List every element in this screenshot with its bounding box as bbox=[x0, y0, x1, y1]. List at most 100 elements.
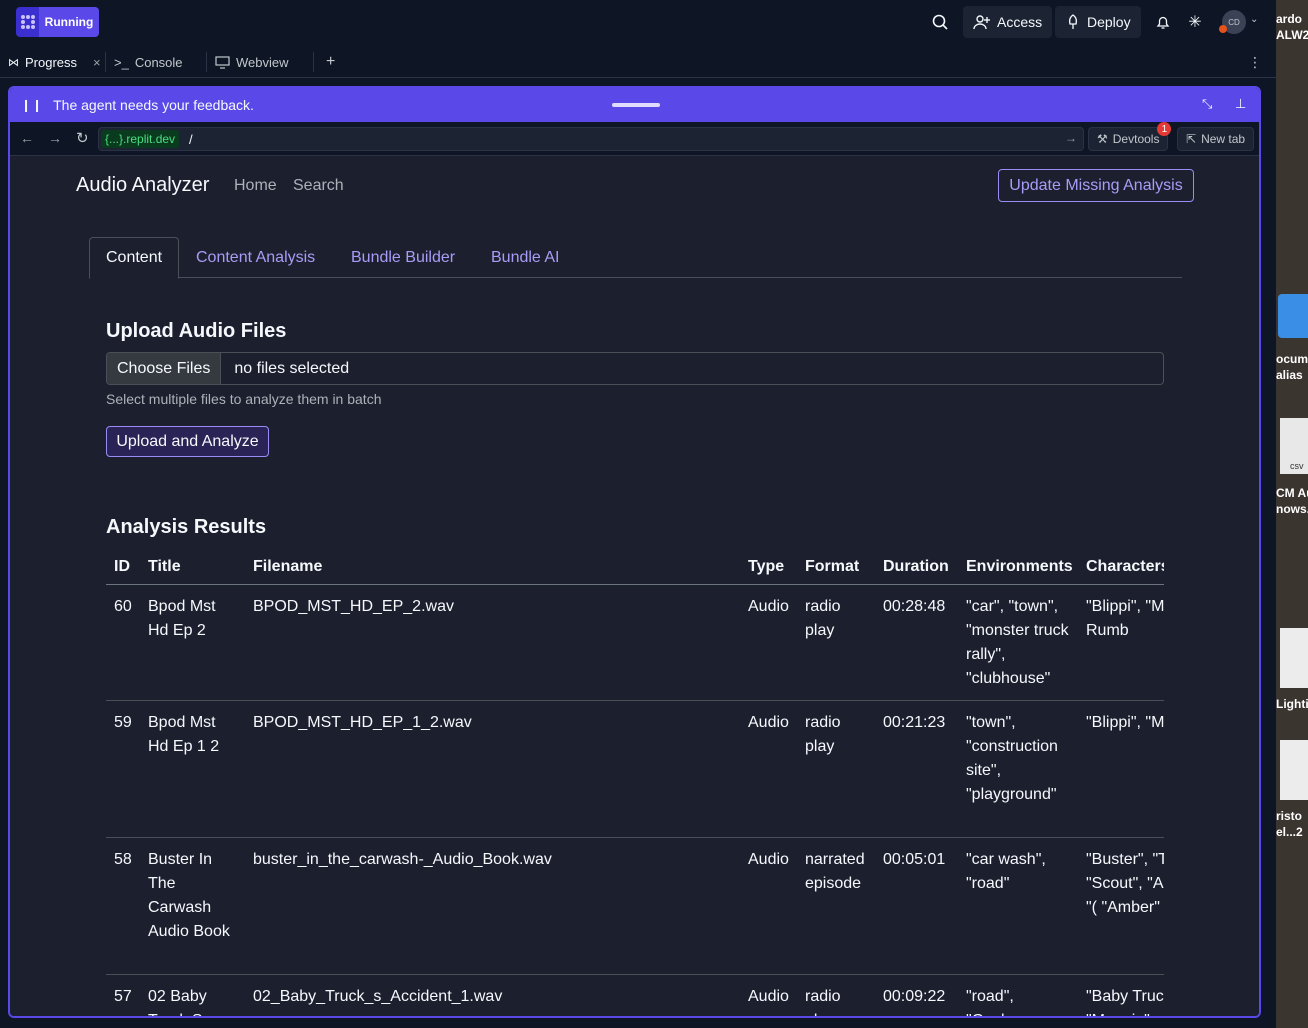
cell-duration: 00:05:01 bbox=[875, 837, 958, 975]
desktop-label: risto bbox=[1276, 809, 1303, 823]
new-tab-button[interactable]: ⇱ New tab bbox=[1177, 127, 1255, 151]
drag-handle[interactable] bbox=[612, 103, 660, 107]
search-icon[interactable] bbox=[930, 12, 950, 32]
new-tab-label: New tab bbox=[1201, 132, 1246, 146]
back-arrow-icon[interactable]: ← bbox=[20, 130, 34, 146]
cell-id: 58 bbox=[106, 837, 140, 975]
reload-icon[interactable]: ↻ bbox=[76, 129, 89, 147]
forward-arrow-icon[interactable]: → bbox=[48, 130, 62, 146]
pin-icon[interactable]: ⊥ bbox=[1235, 96, 1246, 112]
upload-heading: Upload Audio Files bbox=[106, 320, 287, 342]
progress-icon: ⋈ bbox=[8, 56, 19, 69]
ai-sparkle-icon[interactable]: ✳ bbox=[1185, 12, 1205, 32]
desktop-label: ALW2 bbox=[1276, 28, 1308, 42]
table-row[interactable]: 60 Bpod Mst Hd Ep 2 BPOD_MST_HD_EP_2.wav… bbox=[106, 584, 1164, 701]
content-tabs: Content Content Analysis Bundle Builder … bbox=[89, 237, 1182, 279]
cell-duration: 00:28:48 bbox=[875, 584, 958, 701]
column-header[interactable]: ID bbox=[106, 552, 140, 585]
results-heading: Analysis Results bbox=[106, 516, 267, 538]
cell-characters: "Buster", "T "Scout", "Ashley", "( "Ambe… bbox=[1078, 837, 1164, 975]
cell-title: 02 Baby Truck S Accident 1 bbox=[140, 974, 245, 1016]
cell-format: radio play bbox=[797, 584, 875, 701]
document-thumbnail-icon[interactable] bbox=[1280, 740, 1308, 800]
cell-format: narrated episode bbox=[797, 837, 875, 975]
column-header[interactable]: Type bbox=[740, 552, 797, 585]
more-vertical-icon[interactable]: ⋮ bbox=[1248, 46, 1262, 78]
desktop-label: ocum bbox=[1276, 352, 1308, 366]
choose-files-button[interactable]: Choose Files bbox=[107, 353, 222, 384]
column-header[interactable]: Duration bbox=[875, 552, 958, 585]
cell-title: Buster In The Carwash Audio Book bbox=[140, 837, 245, 975]
cell-filename: buster_in_the_carwash-_Audio_Book.wav bbox=[245, 837, 740, 975]
bell-icon[interactable] bbox=[1153, 12, 1173, 32]
url-path: / bbox=[189, 131, 193, 147]
deploy-button[interactable]: Deploy bbox=[1055, 6, 1141, 38]
workspace-tabbar: ⋈ Progress × >_ Console Webview + ⋮ bbox=[0, 46, 1276, 78]
desktop-label: el...2 bbox=[1276, 825, 1303, 839]
upload-and-analyze-button[interactable]: Upload and Analyze bbox=[106, 426, 269, 457]
close-icon[interactable]: × bbox=[93, 55, 101, 70]
pause-icon[interactable]: ❙❙ bbox=[21, 98, 43, 112]
cell-id: 59 bbox=[106, 700, 140, 838]
tab-webview[interactable]: Webview bbox=[215, 46, 289, 78]
column-header[interactable]: Characters bbox=[1078, 552, 1164, 585]
file-input[interactable]: Choose Files no files selected bbox=[106, 352, 1164, 385]
url-field[interactable]: {...}.replit.dev / → bbox=[98, 127, 1084, 151]
table-row[interactable]: 58 Buster In The Carwash Audio Book bust… bbox=[106, 837, 1164, 975]
webview-frame: ❙❙ The agent needs your feedback. ⤡ ⊥ ← … bbox=[8, 86, 1261, 1018]
cell-format: radio play bbox=[797, 700, 875, 838]
tab-content[interactable]: Content bbox=[89, 237, 180, 279]
chevron-down-icon[interactable]: ⌄ bbox=[1250, 14, 1258, 25]
cell-filename: 02_Baby_Truck_s_Accident_1.wav bbox=[245, 974, 740, 1016]
browser-url-bar: ← → ↻ {...}.replit.dev / → ⚒ Devtools 1 … bbox=[10, 122, 1259, 156]
access-label: Access bbox=[997, 14, 1043, 30]
column-header[interactable]: Title bbox=[140, 552, 245, 585]
access-button[interactable]: Access bbox=[963, 6, 1053, 38]
column-header[interactable]: Filename bbox=[245, 552, 740, 585]
monitor-icon bbox=[215, 55, 230, 69]
tab-content-analysis[interactable]: Content Analysis bbox=[180, 237, 331, 279]
tab-progress[interactable]: ⋈ Progress × bbox=[8, 46, 101, 78]
table-row[interactable]: 57 02 Baby Truck S Accident 1 02_Baby_Tr… bbox=[106, 974, 1164, 1016]
nav-home-link[interactable]: Home bbox=[234, 177, 277, 195]
collapse-icon[interactable]: ⤡ bbox=[1202, 96, 1212, 112]
desktop-label: ardo bbox=[1276, 12, 1303, 26]
tab-console[interactable]: >_ Console bbox=[114, 46, 183, 78]
cell-type: Audio bbox=[740, 584, 797, 701]
results-table-wrapper[interactable]: ID Title Filename Type Format Duration E… bbox=[106, 552, 1164, 1016]
replit-logo-icon[interactable] bbox=[16, 7, 39, 37]
avatar-status-dot bbox=[1219, 25, 1227, 33]
tab-bundle-builder[interactable]: Bundle Builder bbox=[335, 237, 471, 279]
cell-type: Audio bbox=[740, 974, 797, 1016]
cell-id: 57 bbox=[106, 974, 140, 1016]
upload-hint: Select multiple files to analyze them in… bbox=[106, 391, 382, 407]
folder-icon[interactable] bbox=[1278, 294, 1308, 338]
nav-search-link[interactable]: Search bbox=[293, 177, 344, 195]
add-tab-icon[interactable]: + bbox=[326, 46, 335, 78]
app-brand[interactable]: Audio Analyzer bbox=[76, 174, 209, 197]
app-viewport: Audio Analyzer Home Search Update Missin… bbox=[10, 156, 1259, 1016]
update-missing-analysis-button[interactable]: Update Missing Analysis bbox=[998, 169, 1194, 202]
desktop-background-strip: ardo ALW2 ocum alias csv CM Au nows. Lig… bbox=[1276, 0, 1308, 1028]
column-header[interactable]: Environments bbox=[958, 552, 1078, 585]
no-files-text: no files selected bbox=[234, 359, 350, 377]
devtools-label: Devtools bbox=[1112, 132, 1160, 146]
desktop-label: nows. bbox=[1276, 502, 1308, 516]
cell-duration: 00:09:22 bbox=[875, 974, 958, 1016]
column-header[interactable]: Format bbox=[797, 552, 875, 585]
tab-bundle-ai[interactable]: Bundle AI bbox=[475, 237, 576, 279]
error-count-badge: 1 bbox=[1157, 122, 1172, 136]
cell-environments: "car wash", "road" bbox=[958, 837, 1078, 975]
cell-title: Bpod Mst Hd Ep 2 bbox=[140, 584, 245, 701]
cell-format: radio play bbox=[797, 974, 875, 1016]
cell-title: Bpod Mst Hd Ep 1 2 bbox=[140, 700, 245, 838]
cell-characters: "Blippi", "M "Ron Rumb bbox=[1078, 584, 1164, 701]
console-icon: >_ bbox=[114, 54, 129, 70]
cell-id: 60 bbox=[106, 584, 140, 701]
document-thumbnail-icon[interactable] bbox=[1280, 628, 1308, 688]
run-status-button[interactable]: Running bbox=[39, 7, 99, 37]
go-arrow-icon[interactable]: → bbox=[1065, 131, 1077, 145]
table-row[interactable]: 59 Bpod Mst Hd Ep 1 2 BPOD_MST_HD_EP_1_2… bbox=[106, 700, 1164, 838]
results-table: ID Title Filename Type Format Duration E… bbox=[106, 552, 1164, 1016]
devtools-button[interactable]: ⚒ Devtools 1 bbox=[1088, 122, 1172, 151]
